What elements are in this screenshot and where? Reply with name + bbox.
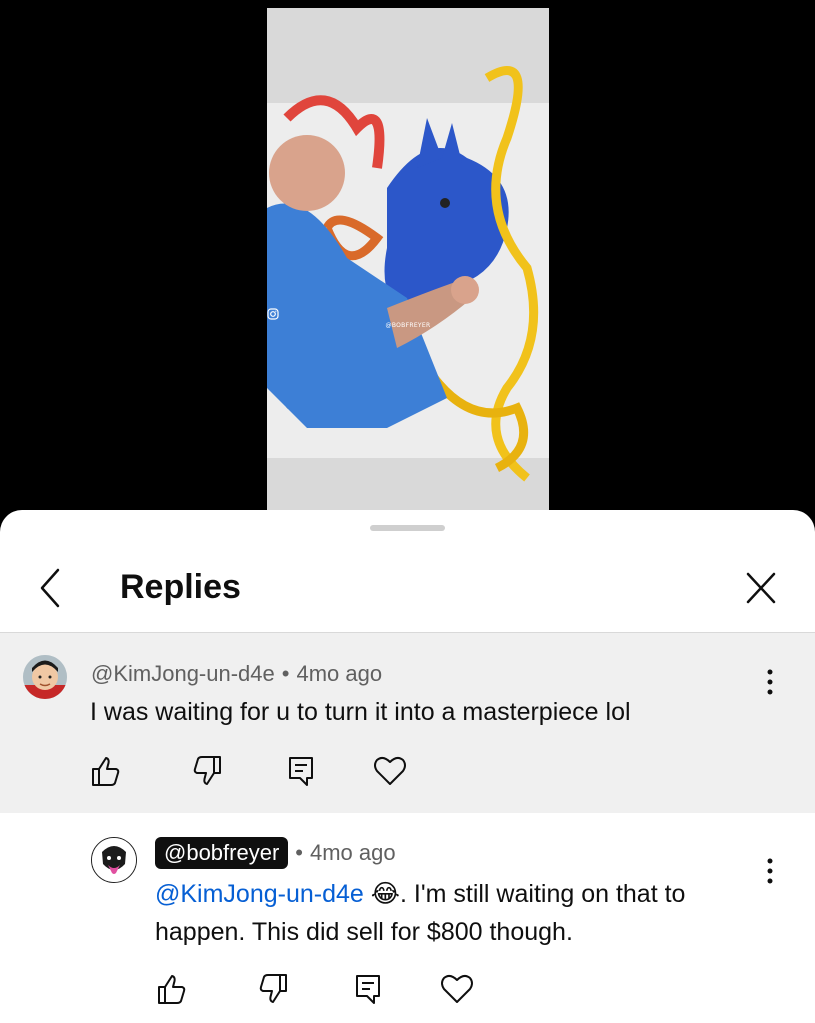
thumbs-down-icon [259,974,287,1003]
avatar-image [23,655,67,699]
comment-author[interactable]: @KimJong-un-d4e [91,661,275,686]
replies-header: Replies [0,550,815,633]
avatar[interactable] [91,837,137,883]
creator-badge[interactable]: @bobfreyer [155,837,289,869]
back-button[interactable] [30,565,76,611]
video-player[interactable]: @BOBFREYER [0,0,815,530]
reply-text: @KimJong-un-d4e 😂. I'm still waiting on … [155,875,685,951]
avatar-image [92,838,136,882]
comment-actions [85,751,425,791]
dislike-button[interactable] [188,751,228,791]
reply-time: 4mo ago [309,840,396,865]
reply-author: @bobfreyer [164,840,280,865]
dislike-button[interactable] [254,969,294,1009]
more-options-button[interactable] [758,664,782,704]
meta-separator: • [295,840,303,865]
heart-icon [374,756,406,785]
reply-comment: @bobfreyer • 4mo ago @KimJong-un-d4e 😂. I'… [0,813,815,1023]
reply-text-line2: happen. This did sell for $800 though. [155,918,573,946]
back-arrow-icon [40,568,60,608]
close-icon [746,572,776,604]
heart-button[interactable] [437,969,477,1009]
reply-actions [151,969,491,1009]
parent-comment: @KimJong-un-d4e • 4mo ago I was waiting fo… [0,633,815,813]
instagram-icon [267,308,279,320]
reply-meta: @bobfreyer • 4mo ago [155,837,396,869]
more-vertical-icon [767,858,773,884]
thumbs-up-icon [158,975,186,1004]
comment-text: I was waiting for u to turn it into a ma… [90,698,631,726]
video-thumbnail-art [267,8,549,510]
avatar[interactable] [23,655,67,699]
drag-handle[interactable] [370,525,445,531]
comment-meta: @KimJong-un-d4e • 4mo ago [91,661,382,687]
mention-link[interactable]: @KimJong-un-d4e [155,880,364,908]
reply-text-line1: . I'm still waiting on that to [400,880,686,908]
like-button[interactable] [85,751,125,791]
video-frame[interactable]: @BOBFREYER [267,8,549,510]
replies-sheet: Replies @KimJong-un-d4e • 4mo ago I was wa… [0,510,815,1023]
thumbs-up-icon [92,757,120,786]
like-button[interactable] [151,969,191,1009]
heart-icon [441,974,473,1003]
heart-button[interactable] [370,751,410,791]
more-vertical-icon [767,669,773,695]
reply-button[interactable] [348,969,388,1009]
watermark-handle: @BOBFREYER [385,322,431,329]
close-button[interactable] [736,565,786,611]
reply-button[interactable] [281,751,321,791]
page-title: Replies [120,568,241,606]
comment-time: 4mo ago [296,661,383,686]
meta-separator: • [281,661,290,686]
watermark: @BOBFREYER [267,308,549,329]
reply-icon [289,757,313,786]
laughing-emoji: 😂 [370,880,400,908]
reply-icon [356,975,380,1004]
more-options-button[interactable] [758,853,782,893]
thumbs-down-icon [193,756,221,785]
